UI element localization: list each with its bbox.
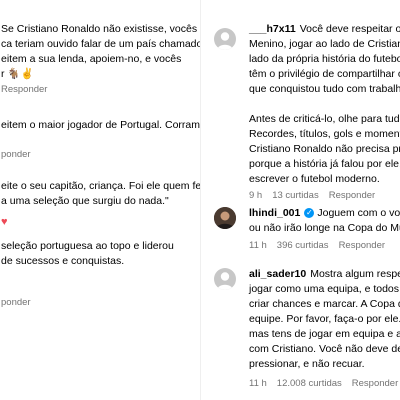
comment-line: escrever o futebol moderno. [249,173,380,185]
comment-line: ou não irão longe na Copa do Mu [249,222,400,234]
comment-line: Joguem com o vosso [317,207,400,219]
comment-line: porque a história já falou por ele. [249,158,400,170]
comment-username[interactable]: ___h7x11 [249,23,296,35]
comment-line: Mostra algum respeito [310,268,400,280]
comment-line: Cristiano Ronaldo não precisa pro [249,143,400,155]
comment-line: eite o seu capitão, criança. Foi ele que… [1,180,200,192]
likes-count[interactable]: 12.008 curtidas [277,378,342,389]
comment-line: de sucessos e conquistas. [1,255,125,267]
reply-button[interactable]: Responder [352,378,398,389]
comment-line: jogar como uma equipa, e todos p [249,283,400,295]
comment-line: Se Cristiano Ronaldo não existisse, você… [1,23,198,35]
comment-meta: 11 h 396 curtidas Responder [249,240,395,251]
comment-line: seleção portuguesa ao topo e liderou [1,240,174,252]
comment-line: pressionar, e não recuar. [249,358,365,370]
likes-count[interactable]: 13 curtidas [272,190,318,201]
default-avatar-icon [217,272,233,290]
comment-line: Menino, jogar ao lado de Cristiano [249,38,400,50]
comment-line: equipe. Por favor, faça-o por ele. M [249,313,400,325]
heart-icon: ♥ [1,216,8,228]
comment-line: ca teriam ouvido falar de um país chamad… [1,38,200,50]
likes-count[interactable]: 396 curtidas [277,240,329,251]
reply-button[interactable]: Responder [1,84,47,95]
reply-button[interactable]: ponder [1,149,31,160]
comment-line: Antes de criticá-lo, olhe para tudo [249,113,400,125]
comment-line: lado da própria história do futebo [249,53,400,65]
comment-time: 11 h [249,240,267,251]
comment-line: Você deve respeitar o m [299,23,400,35]
comment-line: eitem a sua lenda, apoiem-no, e vocês [1,53,182,65]
comment-line: mas tens de jogar em equipa e ava [249,328,400,340]
comment-line: Recordes, títulos, gols e momento [249,128,400,140]
comment-line: a uma seleção que surgiu do nada." [1,195,169,207]
comment-line: que conquistou tudo com trabalh [249,83,400,95]
comment-time: 11 h [249,378,267,389]
comment-line: com Cristiano. Você não deve defe [249,343,400,355]
avatar[interactable] [214,28,236,50]
comment-username[interactable]: ali_sader10 [249,268,306,280]
comment-meta: 9 h 13 curtidas Responder [249,190,385,201]
reply-button[interactable]: Responder [339,240,385,251]
right-comments-column: ___h7x11Você deve respeitar o m Menino, … [200,0,400,400]
comment-line: r 🐐✌ [1,68,34,80]
comment-username[interactable]: lhindi_001 [249,207,300,219]
verified-badge-icon: ✓ [304,208,315,218]
comment-line: criar chances e marcar. A Copa do [249,298,400,310]
comment-line: têm o privilégio de compartilhar o [249,68,400,80]
default-avatar-icon [217,32,233,50]
comment-line: eitem o maior jogador de Portugal. Corra… [1,119,200,131]
left-comments-column: Se Cristiano Ronaldo não existisse, você… [0,0,200,400]
reply-button[interactable]: ponder [1,297,31,308]
user-photo-icon [214,207,236,229]
comment-time: 9 h [249,190,263,201]
reply-button[interactable]: Responder [329,190,375,201]
comment-meta: 11 h 12.008 curtidas Responder [249,378,400,389]
avatar[interactable] [214,207,236,229]
avatar[interactable] [214,268,236,290]
